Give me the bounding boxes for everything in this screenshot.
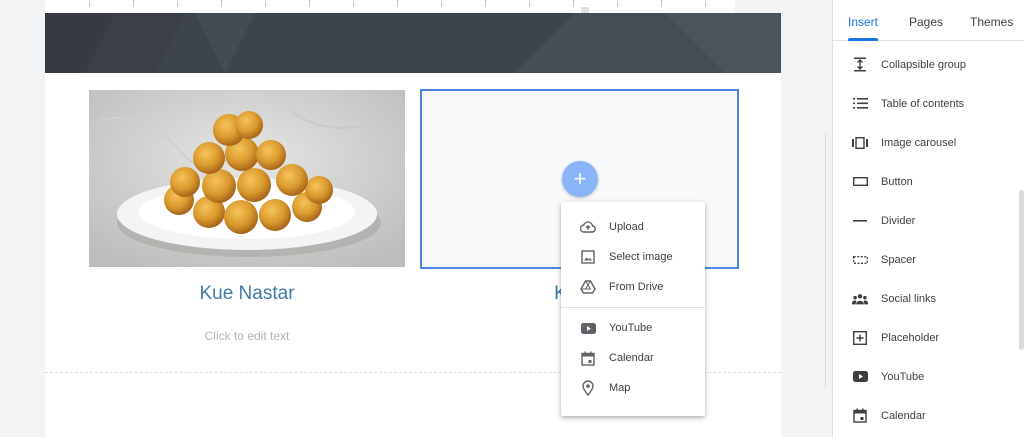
insert-item-placeholder[interactable]: Placeholder [833,318,1024,357]
insert-item-label: Spacer [881,253,916,266]
insert-item-label: Calendar [881,409,926,422]
menu-separator [561,307,705,308]
insert-item-youtube[interactable]: YouTube [833,357,1024,396]
menu-item-label: From Drive [609,281,664,293]
menu-item-youtube[interactable]: YouTube [561,313,705,343]
insert-item-calendar[interactable]: Calendar [833,396,1024,435]
menu-item-label: Select image [609,251,673,263]
tab-pages[interactable]: Pages [909,15,943,29]
canvas-scrollbar[interactable] [825,132,826,390]
insert-items-list: Collapsible group Table of contents Imag… [833,45,1024,435]
insert-item-label: Divider [881,214,916,227]
nastar-image[interactable] [89,90,405,267]
item-body-1[interactable]: Click to edit text [89,329,405,343]
insert-item-label: YouTube [881,370,925,383]
header-banner[interactable] [45,13,781,73]
menu-item-map[interactable]: Map [561,373,705,403]
calendar-icon [580,350,596,366]
map-pin-icon [580,380,596,396]
insert-item-label: Collapsible group [881,58,966,71]
active-tab-indicator [848,38,878,41]
insert-item-label: Social links [881,292,937,305]
image-carousel-icon [852,135,868,151]
placeholder-icon [852,330,868,346]
insert-item-divider[interactable]: Divider [833,201,1024,240]
insert-item-label: Image carousel [881,136,957,149]
tab-themes[interactable]: Themes [970,15,1013,29]
add-content-button[interactable]: + [562,161,598,197]
youtube-icon [580,320,596,336]
menu-item-select-image[interactable]: Select image [561,242,705,272]
insert-item-image-carousel[interactable]: Image carousel [833,123,1024,162]
divider-icon [852,213,868,229]
insert-item-collapsible-group[interactable]: Collapsible group [833,45,1024,84]
menu-item-label: Map [609,382,631,394]
ruler [45,0,735,13]
panel-tabs: Insert Pages Themes [833,0,1024,41]
insert-image-menu: Upload Select image From Drive YouTube C… [561,202,705,416]
insert-item-button[interactable]: Button [833,162,1024,201]
image-icon [580,249,596,265]
insert-item-social-links[interactable]: Social links [833,279,1024,318]
insert-item-label: Placeholder [881,331,940,344]
menu-item-calendar[interactable]: Calendar [561,343,705,373]
panel-scrollbar[interactable] [1019,190,1024,350]
menu-item-label: Upload [609,221,644,233]
item-title-1[interactable]: Kue Nastar [89,283,405,305]
youtube-icon [852,369,868,385]
menu-item-upload[interactable]: Upload [561,212,705,242]
insert-item-table-of-contents[interactable]: Table of contents [833,84,1024,123]
menu-item-label: YouTube [609,322,653,334]
tab-insert[interactable]: Insert [848,15,878,29]
menu-item-from-drive[interactable]: From Drive [561,272,705,302]
table-of-contents-icon [852,96,868,112]
menu-item-label: Calendar [609,352,654,364]
button-icon [852,174,868,190]
insert-item-spacer[interactable]: Spacer [833,240,1024,279]
calendar-icon [852,408,868,424]
spacer-icon [852,252,868,268]
insert-item-label: Table of contents [881,97,965,110]
header-pattern [45,13,781,73]
drive-icon [580,279,596,295]
nastar-photo [89,90,405,267]
collapsible-group-icon [852,57,868,73]
cloud-upload-icon [580,219,596,235]
insert-panel: Insert Pages Themes Collapsible group Ta… [832,0,1024,437]
insert-item-label: Button [881,175,913,188]
social-links-icon [852,291,868,307]
